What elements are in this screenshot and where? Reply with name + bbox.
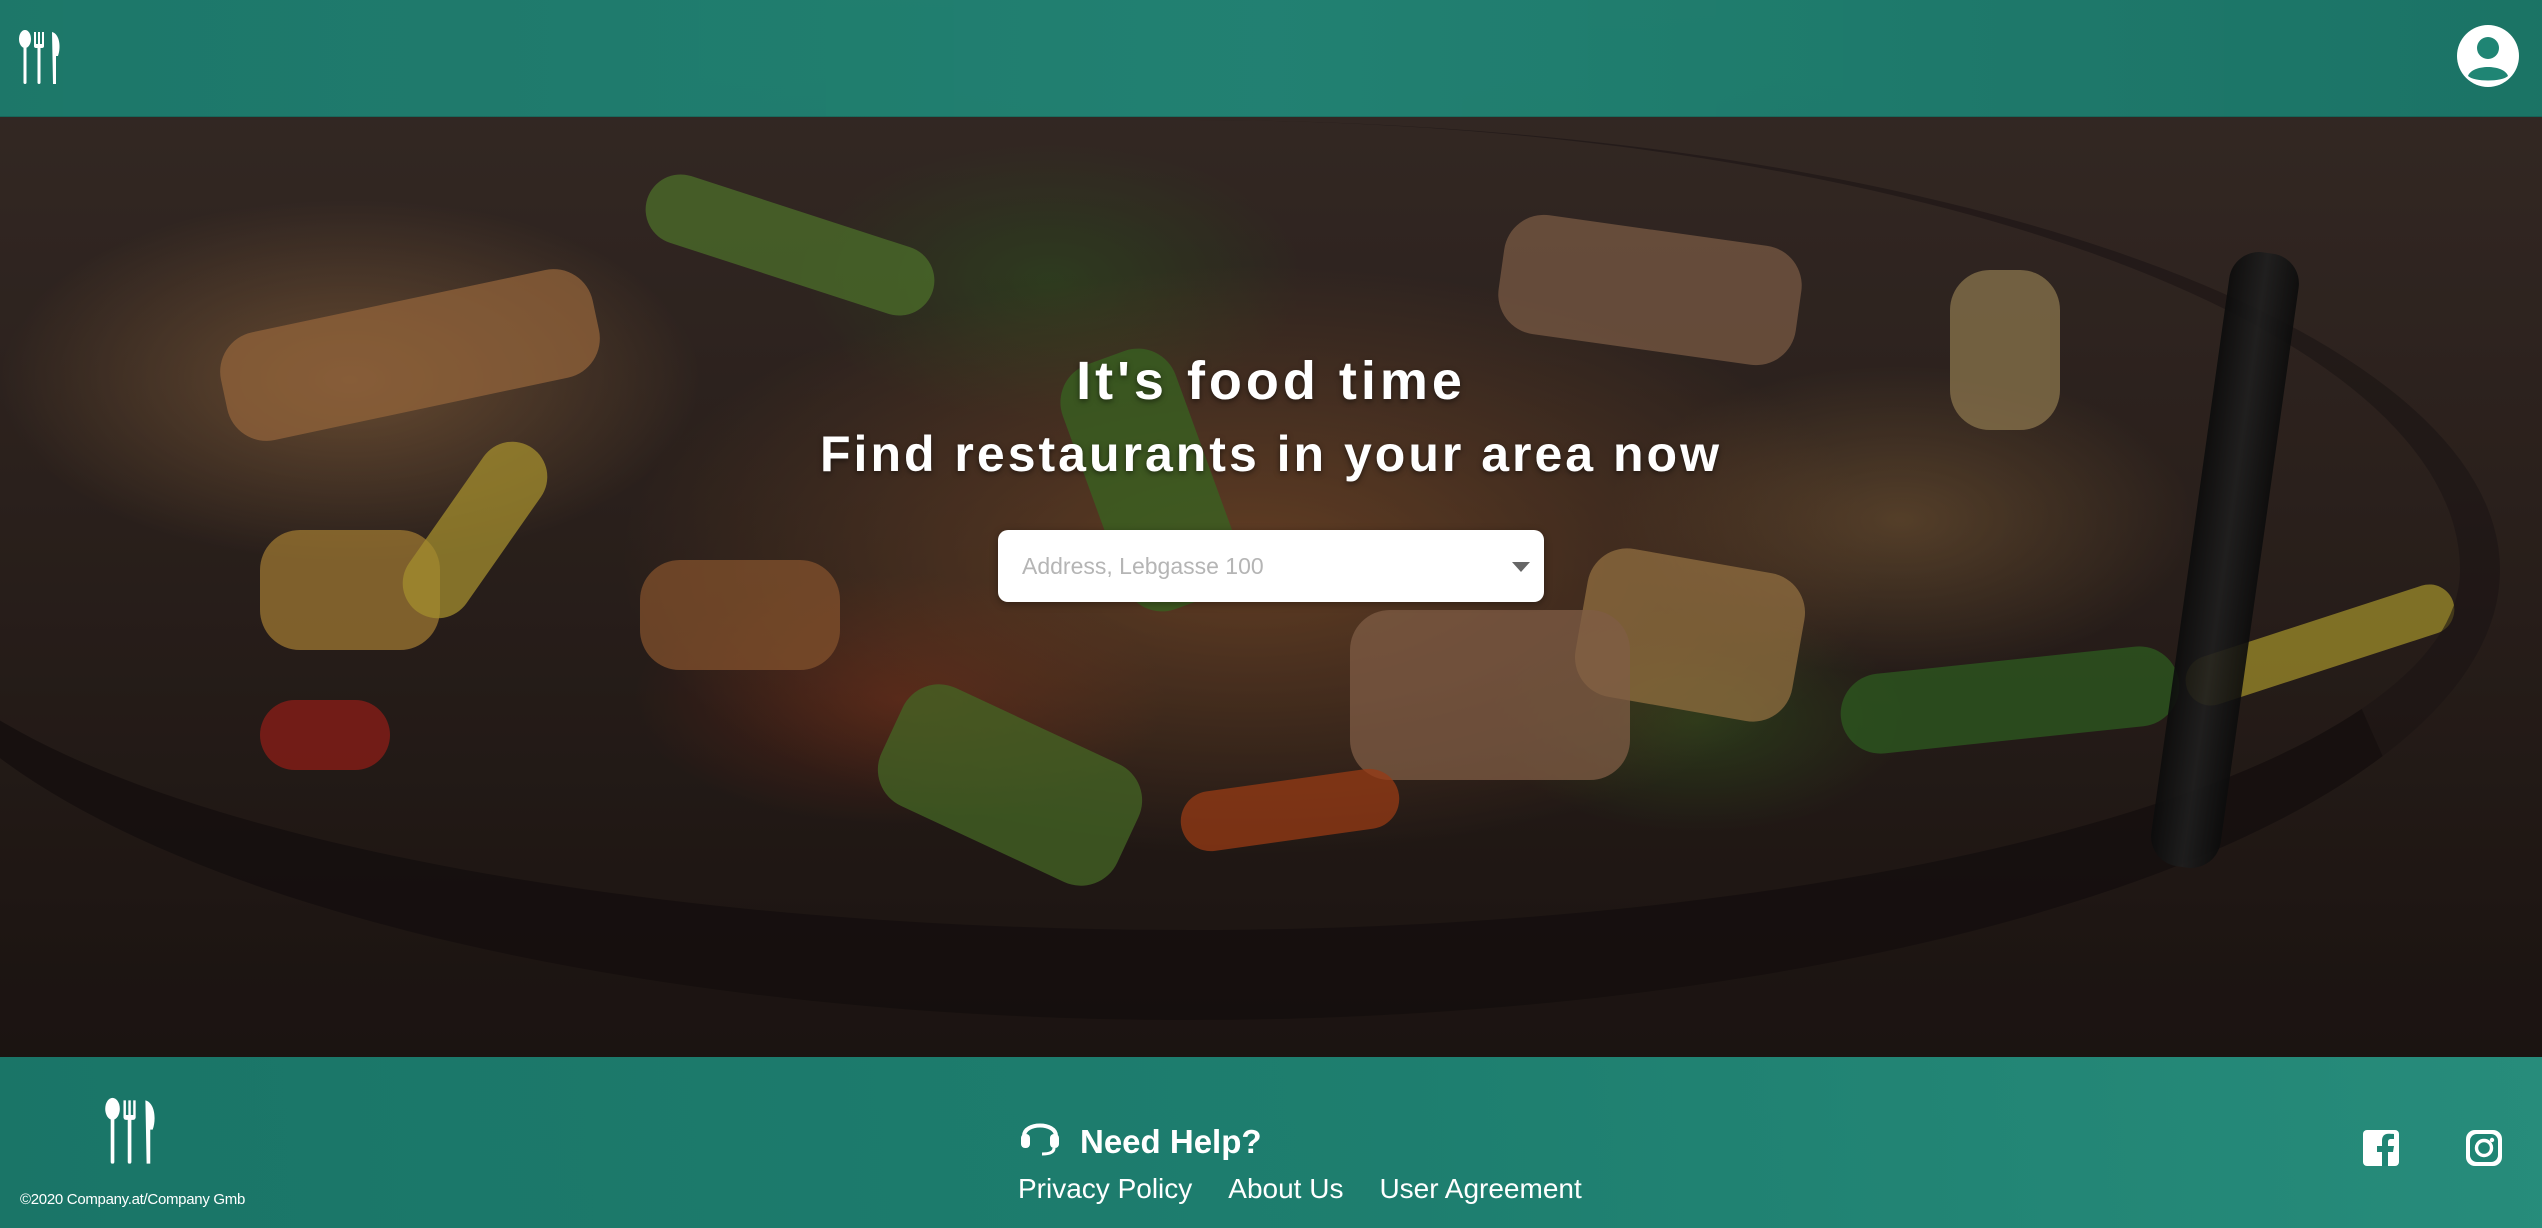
instagram-icon[interactable]	[2466, 1130, 2502, 1166]
user-agreement-link[interactable]: User Agreement	[1379, 1173, 1581, 1205]
headset-icon	[1021, 1123, 1059, 1156]
facebook-icon[interactable]	[2363, 1130, 2399, 1166]
footer: ©2020 Company.at/Company Gmb Need Help? …	[0, 1057, 2542, 1228]
fork-knife-spoon-icon[interactable]	[18, 30, 64, 86]
user-circle-icon[interactable]	[2456, 24, 2520, 88]
address-search-input[interactable]	[998, 530, 1478, 602]
fork-knife-spoon-icon	[105, 1097, 155, 1164]
hero-subtitle: Find restaurants in your area now	[820, 426, 1722, 482]
privacy-policy-link[interactable]: Privacy Policy	[1018, 1173, 1192, 1205]
about-us-link[interactable]: About Us	[1228, 1173, 1343, 1205]
address-search-box	[998, 530, 1544, 602]
copyright-text: ©2020 Company.at/Company Gmb	[20, 1191, 245, 1208]
need-help-title: Need Help?	[1080, 1123, 1262, 1160]
caret-down-icon[interactable]	[1512, 562, 1530, 572]
hero-title: It's food time	[1076, 351, 1466, 411]
hero-dim-overlay	[0, 0, 2542, 1228]
top-header-bar	[0, 0, 2542, 117]
footer-links: Privacy Policy About Us User Agreement	[1018, 1173, 1582, 1205]
